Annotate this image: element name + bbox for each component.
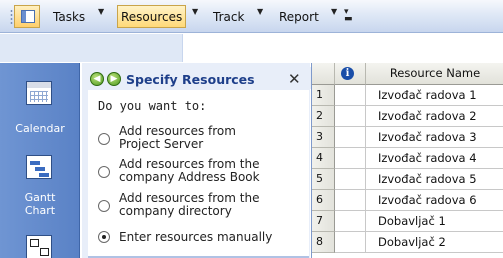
- table-row[interactable]: 6 Izvođač radova 6: [312, 190, 503, 211]
- resource-sheet-grid: Resource Name 1 Izvođač radova 1 2 Izvođač …: [311, 63, 503, 258]
- toolbar-options-chevron-icon[interactable]: ▾ ▬: [344, 8, 353, 24]
- indicator-cell[interactable]: [335, 148, 366, 169]
- select-all-corner[interactable]: [312, 63, 335, 85]
- row-number[interactable]: 4: [312, 148, 335, 169]
- view-bar-item-calendar[interactable]: Calendar: [0, 122, 80, 135]
- pane-body: Do you want to: Add resources from Proje…: [88, 90, 309, 258]
- entry-bar: [182, 34, 503, 62]
- back-arrow-icon[interactable]: ◀: [90, 72, 104, 86]
- pane-title: Specify Resources: [126, 72, 255, 87]
- indicator-cell[interactable]: [335, 85, 366, 106]
- radio-project-server[interactable]: [98, 133, 110, 145]
- indicator-cell[interactable]: [335, 169, 366, 190]
- pane-header: ◀ ▶ Specify Resources ✕: [82, 67, 311, 89]
- resources-dropdown-arrow-icon[interactable]: ▼: [192, 7, 198, 16]
- resource-name-cell[interactable]: Izvođač radova 1: [366, 85, 503, 106]
- resource-name-cell[interactable]: Izvođač radova 3: [366, 127, 503, 148]
- view-bar-item-gantt-chart[interactable]: Gantt Chart: [0, 191, 80, 217]
- indicator-cell[interactable]: [335, 190, 366, 211]
- resource-name-cell[interactable]: Izvođač radova 6: [366, 190, 503, 211]
- radio-enter-manually[interactable]: [98, 231, 110, 243]
- pane-question: Do you want to:: [98, 99, 207, 113]
- option-label: Add resources from the company directory: [119, 191, 260, 218]
- resource-name-cell[interactable]: Izvođač radova 2: [366, 106, 503, 127]
- option-label: Add resources from Project Server: [119, 124, 236, 151]
- gantt-label-line2: Chart: [24, 204, 56, 217]
- tasks-menu-button[interactable]: Tasks: [50, 5, 88, 28]
- row-number[interactable]: 7: [312, 211, 335, 232]
- tasks-dropdown-arrow-icon[interactable]: ▼: [98, 7, 104, 16]
- guide-window-icon: [21, 10, 35, 23]
- indicator-cell[interactable]: [335, 211, 366, 232]
- table-row[interactable]: 4 Izvođač radova 4: [312, 148, 503, 169]
- table-row[interactable]: 5 Izvođač radova 5: [312, 169, 503, 190]
- row-number[interactable]: 8: [312, 232, 335, 253]
- track-dropdown-arrow-icon[interactable]: ▼: [257, 7, 263, 16]
- indicator-cell[interactable]: [335, 232, 366, 253]
- specify-resources-pane: ◀ ▶ Specify Resources ✕ Do you want to: …: [81, 63, 311, 258]
- option-label: Enter resources manually: [119, 230, 273, 244]
- gantt-label-line1: Gantt: [24, 191, 56, 204]
- row-number[interactable]: 5: [312, 169, 335, 190]
- info-icon: i: [341, 67, 354, 80]
- table-row[interactable]: 2 Izvođač radova 2: [312, 106, 503, 127]
- network-diagram-icon[interactable]: [26, 235, 52, 258]
- indicator-cell[interactable]: [335, 106, 366, 127]
- table-row[interactable]: 1 Izvođač radova 1: [312, 85, 503, 106]
- resource-name-cell[interactable]: Izvođač radova 4: [366, 148, 503, 169]
- toolbar-grip-handle[interactable]: [10, 9, 13, 25]
- indicator-cell[interactable]: [335, 127, 366, 148]
- task-pane-header-strip: [0, 34, 182, 62]
- radio-address-book[interactable]: [98, 166, 110, 178]
- radio-company-directory[interactable]: [98, 200, 110, 212]
- resources-menu-button[interactable]: Resources: [117, 5, 187, 28]
- forward-arrow-icon[interactable]: ▶: [107, 72, 121, 86]
- table-row[interactable]: 7 Dobavljač 1: [312, 211, 503, 232]
- report-dropdown-arrow-icon[interactable]: ▼: [331, 7, 337, 16]
- resource-name-cell[interactable]: Dobavljač 1: [366, 211, 503, 232]
- resource-name-cell[interactable]: Izvođač radova 5: [366, 169, 503, 190]
- table-row[interactable]: 3 Izvođač radova 3: [312, 127, 503, 148]
- calendar-icon[interactable]: [26, 81, 52, 105]
- close-icon[interactable]: ✕: [288, 70, 301, 88]
- resource-name-cell[interactable]: Dobavljač 2: [366, 232, 503, 253]
- table-row[interactable]: 8 Dobavljač 2: [312, 232, 503, 253]
- row-number[interactable]: 1: [312, 85, 335, 106]
- show-hide-guide-button[interactable]: [14, 5, 40, 28]
- row-number[interactable]: 3: [312, 127, 335, 148]
- project-guide-toolbar: Tasks ▼ Resources ▼ Track ▼ Report ▼ ▾ ▬: [0, 0, 503, 33]
- row-number[interactable]: 2: [312, 106, 335, 127]
- report-menu-button[interactable]: Report: [276, 5, 322, 28]
- view-bar: Calendar Gantt Chart: [0, 63, 80, 258]
- option-label: Add resources from the company Address B…: [119, 157, 260, 184]
- gantt-chart-icon[interactable]: [26, 155, 52, 179]
- row-number[interactable]: 6: [312, 190, 335, 211]
- track-menu-button[interactable]: Track: [210, 5, 247, 28]
- resource-name-column-header[interactable]: Resource Name: [366, 63, 503, 85]
